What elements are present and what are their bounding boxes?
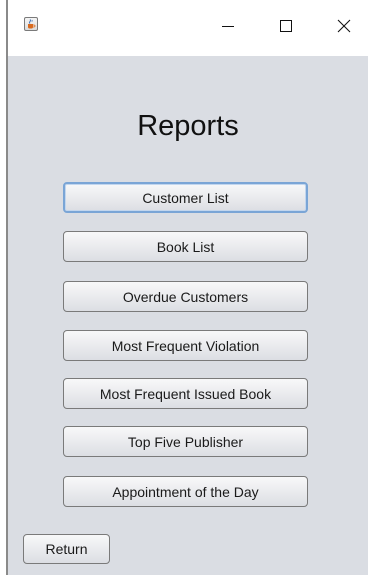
- minimize-icon: [222, 26, 234, 27]
- maximize-button[interactable]: [264, 10, 308, 42]
- most-frequent-issued-book-button[interactable]: Most Frequent Issued Book: [63, 378, 308, 409]
- close-icon: [337, 19, 351, 33]
- title-bar[interactable]: [8, 0, 368, 56]
- overdue-customers-button[interactable]: Overdue Customers: [63, 281, 308, 312]
- top-five-publisher-button[interactable]: Top Five Publisher: [63, 426, 308, 457]
- most-frequent-violation-button[interactable]: Most Frequent Violation: [63, 330, 308, 361]
- minimize-button[interactable]: [206, 10, 250, 42]
- return-button[interactable]: Return: [23, 534, 110, 564]
- application-window: Reports Customer List Book List Overdue …: [0, 0, 368, 575]
- book-list-button[interactable]: Book List: [63, 231, 308, 262]
- java-cup-icon[interactable]: [24, 17, 38, 31]
- customer-list-button[interactable]: Customer List: [63, 182, 308, 213]
- page-title: Reports: [137, 110, 239, 142]
- close-button[interactable]: [322, 10, 366, 42]
- reports-panel: Reports Customer List Book List Overdue …: [8, 56, 368, 575]
- maximize-icon: [280, 20, 292, 32]
- appointment-of-the-day-button[interactable]: Appointment of the Day: [63, 476, 308, 507]
